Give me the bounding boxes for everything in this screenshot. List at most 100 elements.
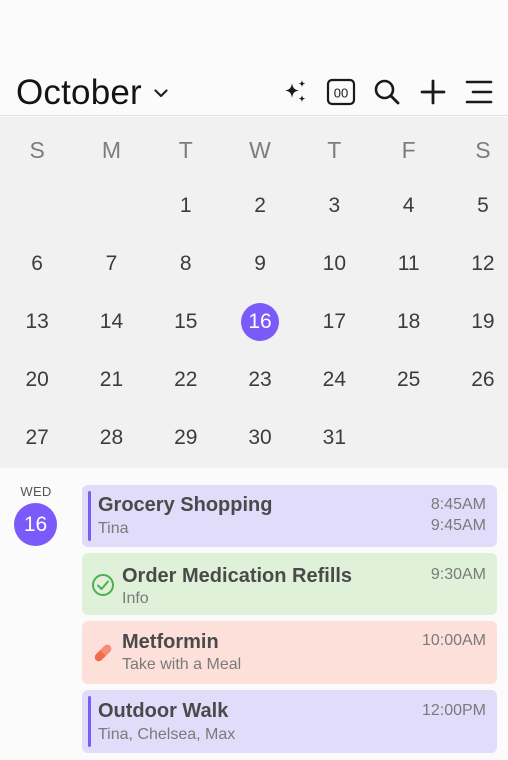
event-time-start: 10:00AM [421, 632, 486, 649]
day-cell[interactable]: 3 [297, 177, 371, 235]
day-cell-today[interactable]: 16 [223, 293, 297, 351]
day-cell[interactable]: 9 [223, 235, 297, 293]
day-cell[interactable]: 17 [297, 293, 371, 351]
day-cell[interactable]: 18 [371, 293, 445, 351]
menu-icon [465, 80, 493, 104]
day-number: 11 [397, 252, 420, 275]
day-cell[interactable]: 22 [149, 351, 223, 409]
day-cell[interactable]: 28 [74, 409, 148, 467]
event-grocery-shopping[interactable]: Grocery Shopping Tina 8:45AM 9:45AM [82, 485, 497, 547]
day-cell[interactable]: 15 [149, 293, 223, 351]
agenda-day-badge: 16 [14, 503, 57, 546]
pill-icon [91, 641, 115, 670]
day-number: 13 [25, 310, 49, 333]
day-cell[interactable]: 2 [223, 177, 297, 235]
day-number: 20 [25, 368, 49, 391]
day-cell[interactable]: 20 [0, 351, 74, 409]
day-cell[interactable]: 26 [446, 351, 508, 409]
day-cell[interactable]: 21 [74, 351, 148, 409]
add-event-button[interactable] [418, 77, 448, 107]
counter-button[interactable]: 00 [326, 77, 356, 107]
day-cell[interactable]: 14 [74, 293, 148, 351]
agenda-date: WED 16 [14, 484, 58, 546]
event-subtitle: Take with a Meal [122, 656, 242, 673]
counter-text: 00 [334, 86, 348, 101]
chevron-down-icon [154, 85, 168, 103]
week-row: 1 2 3 4 5 [0, 177, 508, 235]
day-cell[interactable]: 4 [371, 177, 445, 235]
day-cell[interactable]: 24 [297, 351, 371, 409]
day-number: 26 [471, 368, 495, 391]
top-bar: October 00 [0, 66, 508, 116]
day-number: 19 [471, 310, 495, 333]
day-number: 28 [99, 426, 124, 449]
day-cell[interactable]: 25 [371, 351, 445, 409]
agenda-weekday: WED [20, 484, 52, 499]
day-number: 7 [105, 252, 118, 275]
day-cell[interactable]: 10 [297, 235, 371, 293]
month-grid: S M T W T F S 1 2 3 4 5 6 7 8 9 10 11 12 13 14 15 16 17 1… [0, 117, 508, 468]
agenda-list: WED 16 Grocery Shopping Tina 8:45AM 9:45… [0, 468, 508, 760]
event-time: 8:45AM 9:45AM [431, 494, 486, 536]
event-title: Grocery Shopping [98, 494, 273, 516]
day-cell[interactable]: 8 [149, 235, 223, 293]
day-number: 4 [402, 194, 415, 217]
event-title: Outdoor Walk [98, 700, 229, 722]
day-number: 5 [477, 194, 489, 217]
day-number: 30 [248, 426, 272, 449]
day-number: 21 [99, 368, 124, 391]
sparkles-button[interactable] [280, 77, 310, 107]
event-order-medication-refills[interactable]: Order Medication Refills Info 9:30AM [82, 553, 497, 615]
day-number: 18 [396, 310, 421, 333]
day-cell[interactable]: 1 [149, 177, 223, 235]
weekday-label: M [101, 137, 122, 163]
day-number: 27 [25, 426, 49, 449]
event-time-start: 9:30AM [430, 566, 486, 583]
day-cell[interactable]: 23 [223, 351, 297, 409]
day-cell[interactable]: 30 [223, 409, 297, 467]
event-color-bar [88, 696, 91, 747]
day-number: 6 [31, 252, 43, 275]
menu-button[interactable] [464, 77, 494, 107]
counter-00-icon: 00 [326, 78, 356, 106]
day-cell[interactable]: 29 [149, 409, 223, 467]
day-cell[interactable]: 7 [74, 235, 148, 293]
day-number: 2 [254, 194, 266, 217]
event-metformin[interactable]: Metformin Take with a Meal 10:00AM [82, 621, 497, 684]
weekday-label: T [327, 137, 342, 163]
day-cell[interactable]: 12 [446, 235, 508, 293]
day-cell[interactable]: 31 [297, 409, 371, 467]
day-cell[interactable]: 19 [446, 293, 508, 351]
event-title: Metformin [122, 631, 219, 653]
check-circle-icon[interactable] [91, 573, 115, 602]
day-cell[interactable]: 6 [0, 235, 74, 293]
weekday-label: T [178, 137, 193, 163]
search-icon [374, 79, 400, 105]
event-time-start: 12:00PM [421, 702, 486, 719]
weekday-label: S [29, 137, 45, 163]
event-subtitle: Info [122, 590, 149, 607]
search-button[interactable] [372, 77, 402, 107]
day-cell[interactable]: 5 [446, 177, 508, 235]
day-number: 16 [241, 303, 280, 341]
day-cell[interactable]: 27 [0, 409, 74, 467]
event-time-end: 9:45AM [430, 517, 486, 534]
day-cell[interactable]: 13 [0, 293, 74, 351]
weekday-label: W [249, 137, 271, 163]
day-number: 22 [174, 368, 198, 391]
weeks: 1 2 3 4 5 6 7 8 9 10 11 12 13 14 15 16 17 18 19 20 21 22 23 24 2… [0, 177, 508, 467]
day-number: 23 [248, 368, 272, 391]
month-picker-button[interactable]: October [16, 73, 168, 113]
event-color-bar [88, 491, 91, 541]
month-title: October [16, 73, 142, 112]
event-outdoor-walk[interactable]: Outdoor Walk Tina, Chelsea, Max 12:00PM [82, 690, 497, 753]
week-row: 27 28 29 30 31 [0, 409, 508, 467]
plus-icon [420, 79, 446, 105]
day-number: 1 [179, 194, 192, 217]
day-number: 8 [179, 252, 192, 275]
day-number: 9 [254, 252, 266, 275]
event-time-start: 8:45AM [430, 496, 486, 513]
day-number: 15 [174, 310, 198, 333]
event-title: Order Medication Refills [122, 565, 353, 587]
day-cell[interactable]: 11 [371, 235, 445, 293]
